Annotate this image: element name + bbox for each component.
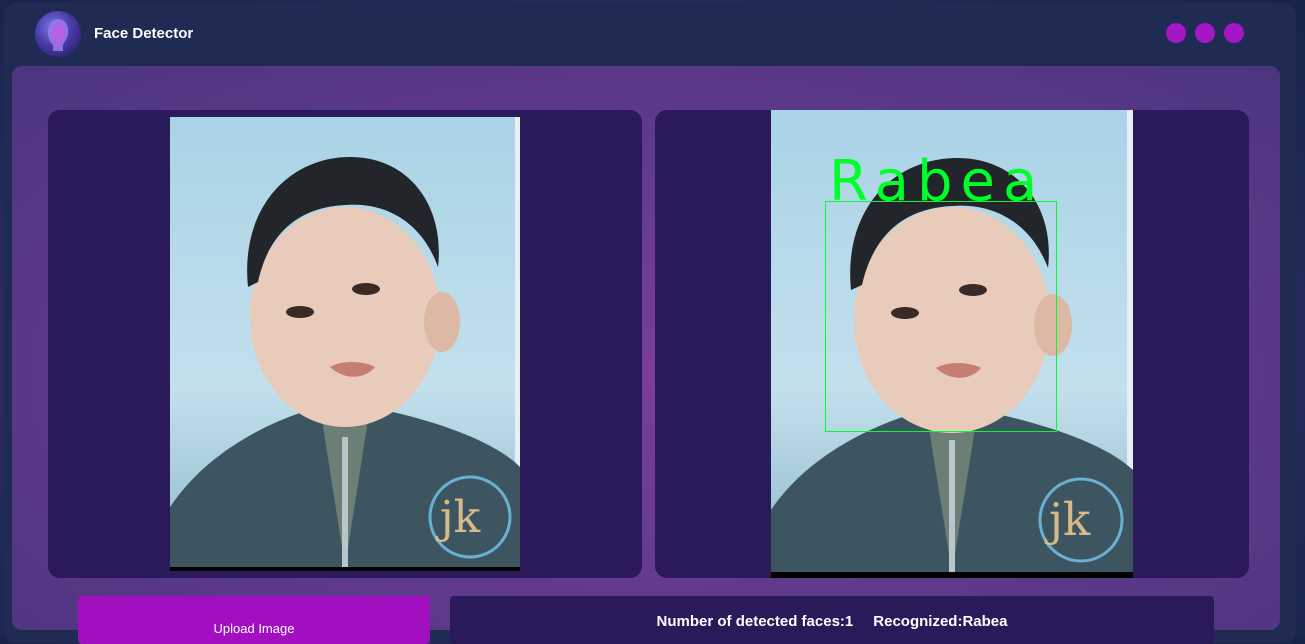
face-logo-icon: [35, 11, 81, 57]
svg-text:jk: jk: [1044, 493, 1091, 546]
result-image-card: jk Rabea: [655, 110, 1249, 578]
original-image-card: jk: [48, 110, 642, 578]
faces-count-text: Number of detected faces:1: [656, 613, 854, 630]
svg-text:jk: jk: [435, 492, 481, 543]
face-name-label: Rabea: [829, 149, 1046, 214]
window-controls: [1166, 23, 1244, 43]
app-title: Face Detector: [94, 25, 194, 42]
recognized-text: Recognized:Rabea: [873, 613, 1008, 630]
original-photo: jk: [170, 117, 520, 571]
dot-icon[interactable]: [1224, 23, 1244, 43]
dot-icon[interactable]: [1195, 23, 1215, 43]
face-bounding-box: [825, 201, 1057, 432]
dot-icon[interactable]: [1166, 23, 1186, 43]
result-photo: jk Rabea: [771, 110, 1133, 578]
